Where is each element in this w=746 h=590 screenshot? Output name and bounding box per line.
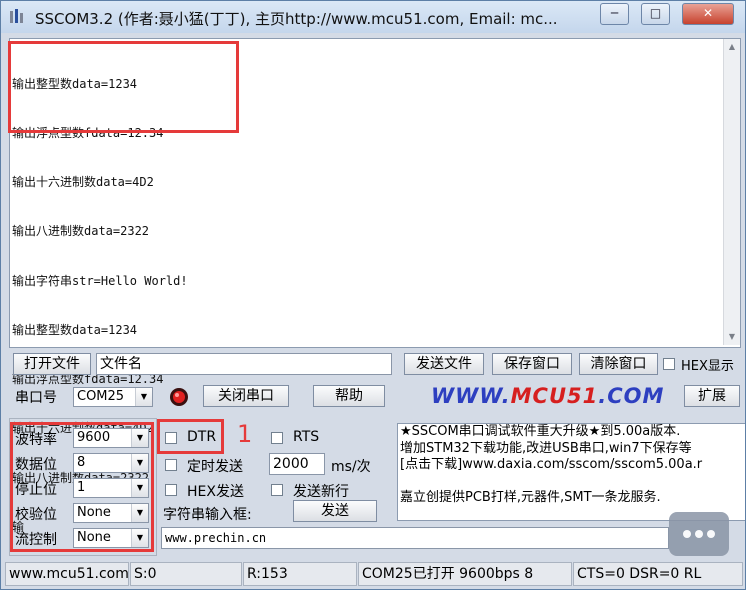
vertical-scrollbar[interactable]: ▲ ▼ — [723, 39, 740, 345]
send-newline-checkbox[interactable] — [271, 484, 283, 496]
port-label: 串口号 — [15, 390, 57, 406]
expand-button[interactable]: 扩展 — [684, 385, 740, 407]
receive-line: 输出整型数data=1234 — [12, 322, 138, 337]
annotation-number: 1 — [237, 420, 253, 448]
sscom-window: SSCOM3.2 (作者:聂小猛(丁丁), 主页http://www.mcu51… — [0, 0, 746, 590]
status-port-state: COM25已打开 9600bps 8 — [358, 562, 572, 586]
clear-window-button[interactable]: 清除窗口 — [579, 353, 658, 375]
close-port-button[interactable]: 关闭串口 — [203, 385, 289, 407]
highlight-box-output — [8, 41, 239, 133]
close-button[interactable]: ✕ — [682, 3, 734, 25]
info-line: 增加STM32下载功能,改进USB串口,win7下保存等 — [400, 440, 692, 456]
receive-line: 输出字符串str=Hello World! — [12, 273, 188, 288]
maximize-button[interactable]: □ — [641, 3, 670, 25]
hex-display-label: HEX显示 — [681, 359, 734, 374]
input-label: 字符串输入框: — [163, 507, 252, 523]
port-status-icon — [170, 388, 188, 406]
interval-unit: ms/次 — [331, 459, 371, 475]
send-input[interactable]: www.prechin.cn — [161, 527, 669, 549]
status-sent: S:0 — [130, 562, 242, 586]
minimize-button[interactable]: ─ — [600, 3, 629, 25]
help-button[interactable]: 帮助 — [313, 385, 385, 407]
chat-bubble-icon — [669, 512, 729, 556]
filename-field[interactable]: 文件名 — [96, 353, 392, 375]
status-lines: CTS=0 DSR=0 RL — [573, 562, 743, 586]
port-select[interactable]: COM25 ▼ — [73, 387, 153, 407]
app-icon — [10, 9, 23, 23]
title-bar[interactable]: SSCOM3.2 (作者:聂小猛(丁丁), 主页http://www.mcu51… — [1, 1, 745, 33]
status-received: R:153 — [243, 562, 357, 586]
rts-label: RTS — [293, 429, 320, 445]
status-site: www.mcu51.com — [5, 562, 129, 586]
scroll-down-icon[interactable]: ▼ — [724, 329, 740, 345]
hex-send-label: HEX发送 — [187, 484, 244, 500]
highlight-box-settings — [10, 422, 154, 552]
receive-line: 输出八进制数data=2322 — [12, 224, 150, 239]
timed-send-label: 定时发送 — [187, 459, 243, 475]
info-line — [400, 474, 744, 490]
highlight-box-dtr — [157, 419, 224, 454]
hex-send-checkbox[interactable] — [165, 484, 177, 496]
window-title: SSCOM3.2 (作者:聂小猛(丁丁), 主页http://www.mcu51… — [35, 10, 558, 28]
scroll-up-icon[interactable]: ▲ — [724, 39, 740, 55]
receive-line: 输出十六进制数data=4D2 — [12, 175, 154, 190]
info-panel[interactable]: ★SSCOM串口调试软件重大升级★到5.00a版本. 增加STM32下载功能,改… — [397, 423, 745, 521]
open-file-button[interactable]: 打开文件 — [13, 353, 91, 375]
send-file-button[interactable]: 发送文件 — [404, 353, 484, 375]
chevron-down-icon[interactable]: ▼ — [135, 388, 152, 406]
mcu51-logo[interactable]: WWW.MCU51.COM — [431, 384, 664, 408]
info-line: 嘉立创提供PCB打样,元器件,SMT一条龙服务. — [400, 489, 661, 505]
timed-send-checkbox[interactable] — [165, 459, 177, 471]
send-button[interactable]: 发送 — [293, 500, 377, 522]
save-window-button[interactable]: 保存窗口 — [492, 353, 572, 375]
info-line: ★SSCOM串口调试软件重大升级★到5.00a版本. — [400, 424, 681, 439]
interval-input[interactable]: 2000 — [269, 453, 325, 475]
port-value: COM25 — [77, 389, 125, 404]
rts-checkbox[interactable] — [271, 432, 283, 444]
hex-display-checkbox[interactable] — [663, 358, 675, 370]
info-line[interactable]: [点击下载]www.daxia.com/sscom/sscom5.00a.r — [400, 457, 744, 474]
send-newline-label: 发送新行 — [293, 484, 349, 500]
